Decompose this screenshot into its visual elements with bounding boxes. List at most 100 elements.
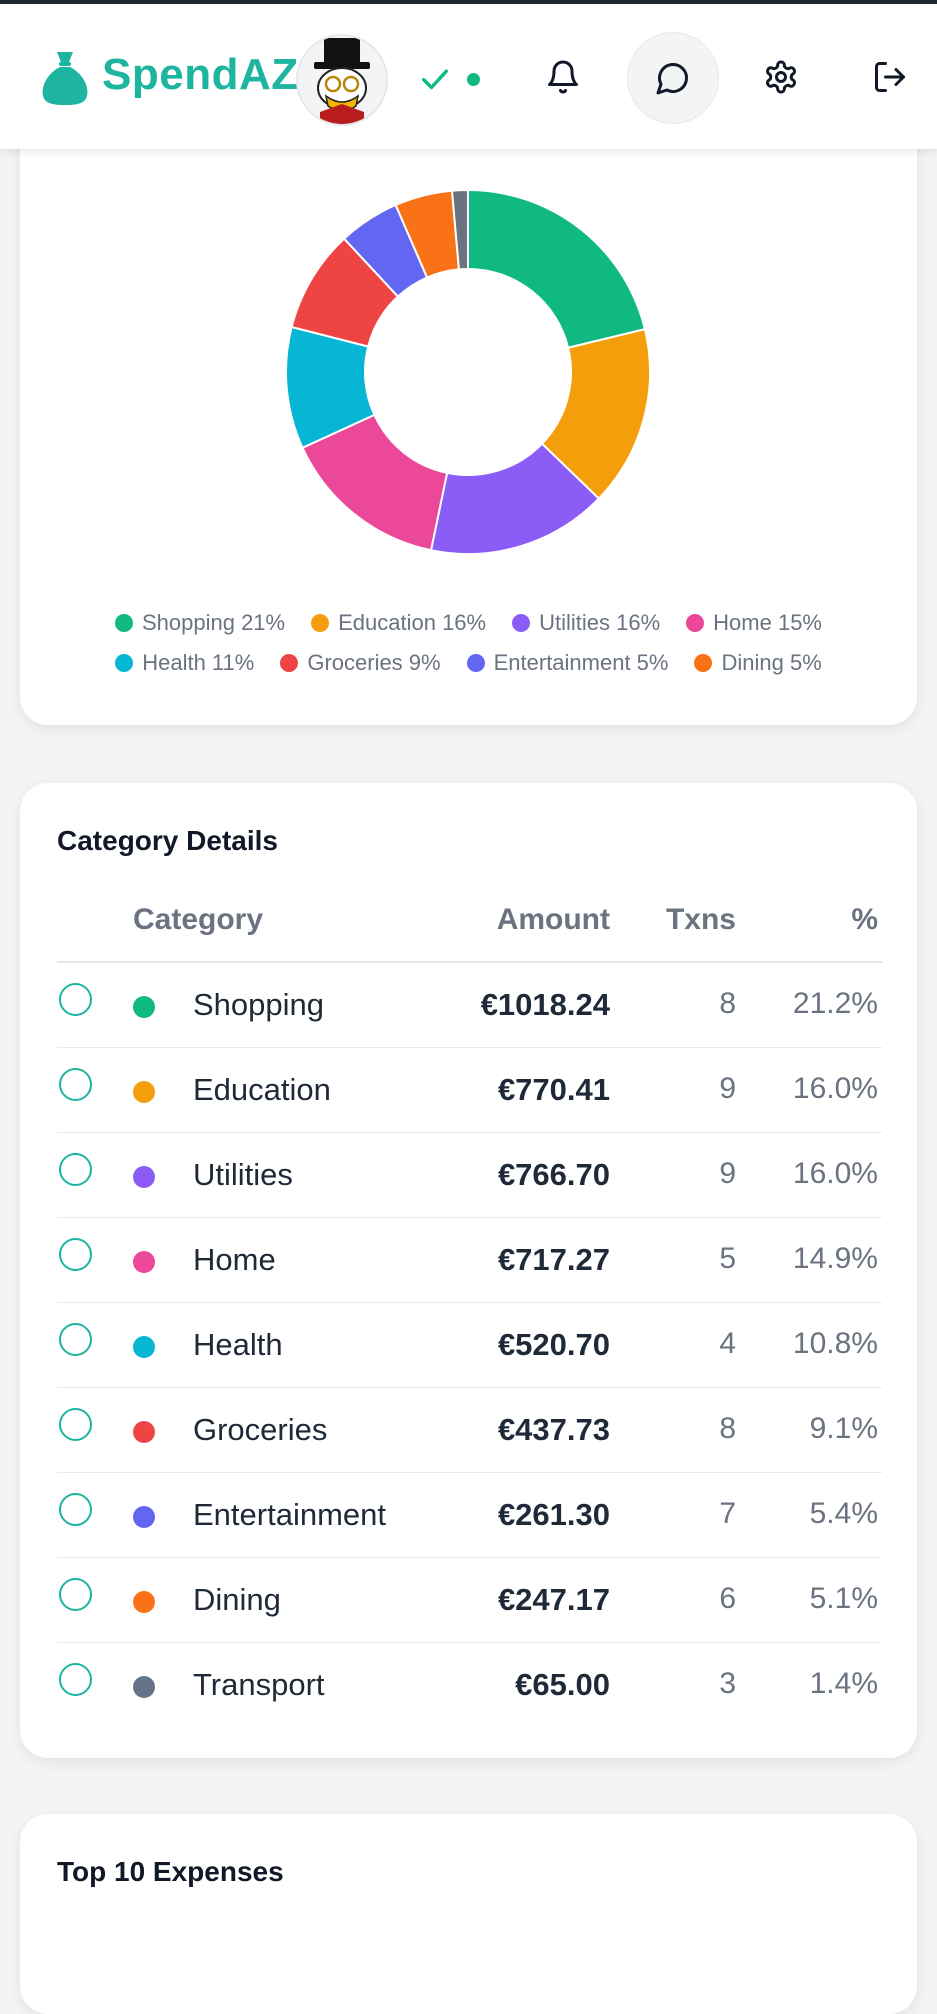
- table-row[interactable]: Health €520.70 4 10.8%: [57, 1303, 882, 1388]
- category-txns: 6: [719, 1582, 736, 1615]
- category-details-title: Category Details: [57, 825, 278, 856]
- logout-button[interactable]: [845, 32, 935, 122]
- category-pct: 21.2%: [792, 987, 878, 1020]
- category-name: Health: [193, 1327, 283, 1362]
- row-select-radio[interactable]: [59, 1153, 92, 1186]
- table-row[interactable]: Dining €247.17 6 5.1%: [57, 1558, 882, 1643]
- legend-item-education[interactable]: Education 16%: [311, 610, 486, 636]
- gear-icon: [766, 60, 796, 94]
- row-select-radio[interactable]: [59, 1663, 92, 1696]
- settings-button[interactable]: [736, 32, 826, 122]
- legend-label: Entertainment 5%: [493, 650, 669, 675]
- legend-item-entertainment[interactable]: Entertainment 5%: [466, 650, 669, 676]
- category-name: Entertainment: [193, 1497, 386, 1532]
- table-row[interactable]: Home €717.27 5 14.9%: [57, 1218, 882, 1303]
- category-color-dot: [133, 1676, 155, 1698]
- category-name: Education: [193, 1072, 331, 1107]
- legend-label: Utilities 16%: [539, 610, 661, 635]
- legend-label: Education 16%: [338, 610, 487, 635]
- category-txns: 9: [719, 1072, 736, 1105]
- row-select-radio[interactable]: [59, 1493, 92, 1526]
- donut-chart: [285, 188, 651, 555]
- col-amount[interactable]: Amount: [497, 903, 610, 937]
- category-amount: €261.30: [497, 1497, 610, 1532]
- category-color-dot: [133, 1166, 155, 1188]
- table-body: Shopping €1018.24 8 21.2% Education €770.41 9 1…: [57, 963, 882, 1727]
- category-txns: 8: [719, 987, 736, 1020]
- legend-item-groceries[interactable]: Groceries 9%: [280, 650, 441, 676]
- category-amount: €717.27: [497, 1242, 610, 1277]
- row-select-radio[interactable]: [59, 983, 92, 1016]
- category-amount: €437.73: [497, 1412, 610, 1447]
- brand-name[interactable]: SpendAZ: [102, 50, 299, 100]
- category-pct: 9.1%: [809, 1412, 878, 1445]
- category-txns: 9: [719, 1157, 736, 1190]
- category-name: Home: [193, 1242, 276, 1277]
- legend-item-shopping[interactable]: Shopping 21%: [114, 610, 286, 636]
- category-txns: 4: [719, 1327, 736, 1360]
- slice-shopping[interactable]: [467, 188, 647, 349]
- notifications-button[interactable]: [518, 32, 608, 122]
- category-amount: €520.70: [497, 1327, 610, 1362]
- category-pct: 16.0%: [792, 1072, 878, 1105]
- legend-label: Home 15%: [713, 610, 822, 635]
- legend-item-dining[interactable]: Dining 5%: [694, 650, 822, 676]
- category-txns: 7: [719, 1497, 736, 1530]
- legend-item-home[interactable]: Home 15%: [686, 610, 822, 636]
- category-color-dot: [133, 1081, 155, 1103]
- online-indicator: [467, 73, 480, 86]
- table-row[interactable]: Transport €65.00 3 1.4%: [57, 1643, 882, 1727]
- category-color-dot: [133, 1591, 155, 1613]
- category-amount: €65.00: [515, 1667, 610, 1702]
- table-row[interactable]: Education €770.41 9 16.0%: [57, 1048, 882, 1133]
- legend-swatch: [115, 654, 134, 672]
- col-category[interactable]: Category: [133, 903, 263, 937]
- row-select-radio[interactable]: [59, 1408, 92, 1441]
- table-row[interactable]: Entertainment €261.30 7 5.4%: [57, 1473, 882, 1558]
- chat-icon: [656, 62, 689, 95]
- category-amount: €766.70: [497, 1157, 610, 1192]
- category-color-dot: [133, 996, 155, 1018]
- legend-swatch: [311, 614, 330, 632]
- legend-swatch: [512, 614, 531, 632]
- legend-swatch: [280, 654, 299, 672]
- avatar[interactable]: [296, 34, 388, 126]
- category-pct: 1.4%: [809, 1667, 878, 1700]
- category-color-dot: [133, 1336, 155, 1358]
- category-pct: 16.0%: [792, 1157, 878, 1190]
- category-name: Dining: [193, 1582, 281, 1617]
- logout-icon: [875, 62, 905, 92]
- category-chart-card: Shopping 21% Education 16% Utilities 16% Ho…: [20, 110, 917, 725]
- category-name: Transport: [193, 1667, 325, 1702]
- row-select-radio[interactable]: [59, 1068, 92, 1101]
- table-row[interactable]: Utilities €766.70 9 16.0%: [57, 1133, 882, 1218]
- top-expenses-card: Top 10 Expenses: [20, 1814, 917, 2014]
- col-txns[interactable]: Txns: [666, 903, 736, 937]
- category-name: Groceries: [193, 1412, 328, 1447]
- category-pct: 5.4%: [809, 1497, 878, 1530]
- category-amount: €770.41: [497, 1072, 610, 1107]
- category-name: Utilities: [193, 1157, 293, 1192]
- chart-legend: Shopping 21% Education 16% Utilities 16% Ho…: [60, 610, 877, 676]
- chat-button[interactable]: [627, 32, 719, 124]
- legend-swatch: [466, 654, 485, 672]
- legend-item-health[interactable]: Health 11%: [115, 650, 254, 676]
- app-header: SpendAZ: [0, 4, 937, 149]
- legend-item-utilities[interactable]: Utilities 16%: [512, 610, 660, 636]
- row-select-radio[interactable]: [59, 1323, 92, 1356]
- table-header: Category Amount Txns %: [57, 893, 882, 963]
- legend-label: Shopping 21%: [141, 610, 286, 635]
- row-select-radio[interactable]: [59, 1238, 92, 1271]
- category-color-dot: [133, 1506, 155, 1528]
- category-txns: 8: [719, 1412, 736, 1445]
- moneybag-icon: [42, 52, 88, 105]
- table-row[interactable]: Shopping €1018.24 8 21.2%: [57, 963, 882, 1048]
- category-amount: €1018.24: [480, 987, 610, 1022]
- bell-icon: [548, 60, 578, 94]
- table-row[interactable]: Groceries €437.73 8 9.1%: [57, 1388, 882, 1473]
- category-color-dot: [133, 1421, 155, 1443]
- col-pct[interactable]: %: [851, 903, 878, 937]
- legend-swatch: [686, 614, 705, 632]
- row-select-radio[interactable]: [59, 1578, 92, 1611]
- legend-swatch: [114, 614, 133, 632]
